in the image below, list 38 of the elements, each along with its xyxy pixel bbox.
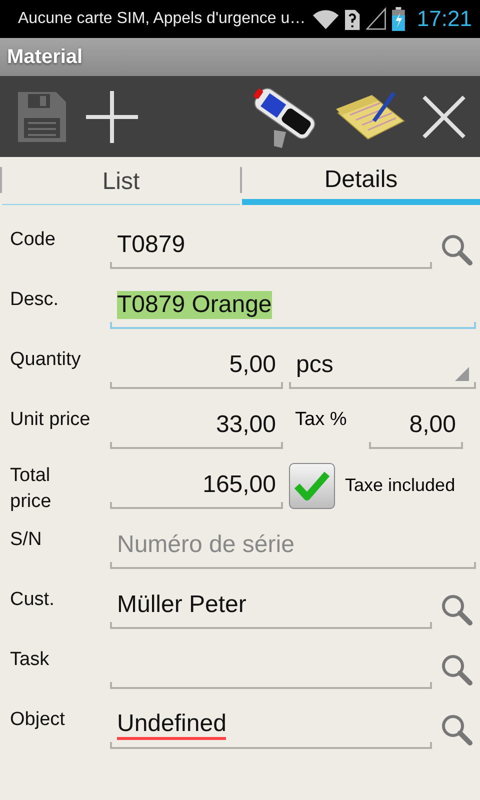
search-icon[interactable] [440,233,474,267]
input-field[interactable]: T0879 Orange [110,283,476,329]
dropdown-corner-icon [455,367,469,381]
input-field[interactable]: 165,00 [110,463,283,509]
field-label: Code [10,228,56,251]
field-label: Total price [10,464,52,514]
notepad-icon[interactable] [334,90,406,142]
checkbox[interactable] [289,463,335,509]
input-field[interactable]: 8,00 [369,403,463,449]
battery-charging-icon [392,6,405,32]
add-icon[interactable] [84,88,140,144]
field-label: Quantity [10,348,82,371]
search-icon[interactable] [440,713,474,747]
wifi-icon [312,7,340,31]
checkbox-label: Taxe included [345,475,456,496]
close-icon[interactable] [422,94,466,138]
field-label: Unit price [10,408,92,431]
field-label: Task [10,648,50,671]
field-label: Object [10,708,66,731]
search-icon[interactable] [440,653,474,687]
sim-missing-icon [345,7,360,31]
input-field[interactable]: 5,00 [110,343,283,389]
search-icon[interactable] [440,593,474,627]
input-field[interactable]: Müller Peter [110,583,432,629]
tab[interactable]: List [2,157,240,205]
tab[interactable]: Details [242,157,480,205]
field-label: S/N [10,528,43,551]
clock-time: 17:21 [416,6,472,32]
unit-dropdown[interactable]: pcs [289,343,476,389]
input-field[interactable]: Undefined [110,703,432,749]
field-label: Tax % [294,408,348,431]
input-field[interactable]: 33,00 [110,403,283,449]
field-label: Cust. [10,588,56,611]
signal-icon [366,7,386,31]
window-title: Material [7,46,83,68]
input-field[interactable]: T0879 [110,223,432,269]
notification-text: Aucune carte SIM, Appels d'urgence u… [18,10,306,28]
field-label: Desc. [10,288,60,311]
